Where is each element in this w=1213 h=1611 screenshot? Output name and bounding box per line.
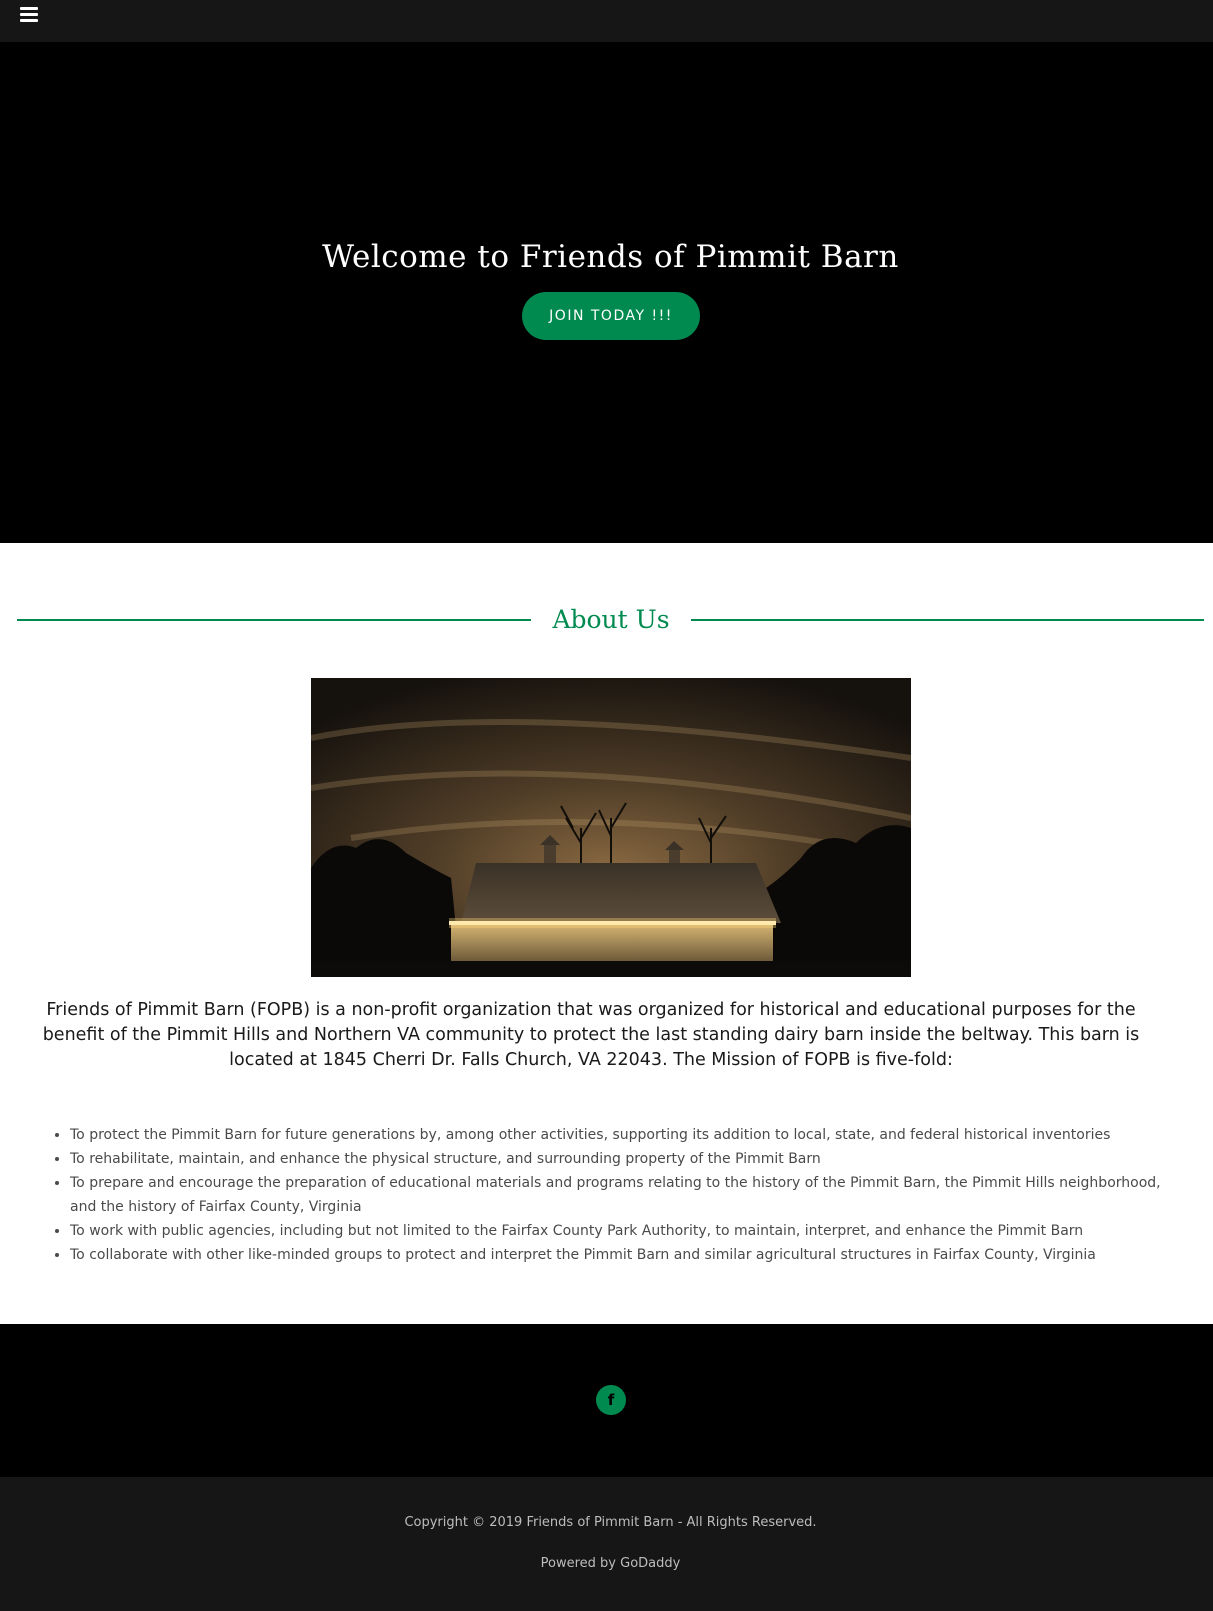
barn-night-photo bbox=[311, 678, 911, 977]
menu-line bbox=[20, 7, 38, 10]
about-heading: About Us bbox=[17, 600, 1204, 640]
powered-by-prefix: Powered by bbox=[540, 1556, 621, 1571]
hero-title: Welcome to Friends of Pimmit Barn bbox=[322, 239, 899, 275]
copyright-text: Copyright © 2019 Friends of Pimmit Barn … bbox=[404, 1515, 817, 1530]
mission-list: To protect the Pimmit Barn for future ge… bbox=[52, 1123, 1172, 1267]
list-item: To protect the Pimmit Barn for future ge… bbox=[70, 1123, 1172, 1147]
powered-by: Powered by GoDaddy bbox=[0, 1556, 1213, 1571]
menu-line bbox=[20, 13, 38, 16]
list-item: To rehabilitate, maintain, and enhance t… bbox=[70, 1147, 1172, 1171]
list-item: To work with public agencies, including … bbox=[70, 1219, 1172, 1243]
heading-divider-right bbox=[691, 619, 1204, 621]
facebook-icon[interactable]: f bbox=[596, 1385, 626, 1415]
join-today-button[interactable]: JOIN TODAY !!! bbox=[522, 292, 700, 340]
copyright-footer: Copyright © 2019 Friends of Pimmit Barn … bbox=[0, 1477, 1213, 1611]
top-nav-bar bbox=[0, 0, 1213, 42]
hamburger-menu-icon[interactable] bbox=[20, 7, 40, 25]
list-item: To prepare and encourage the preparation… bbox=[70, 1171, 1172, 1219]
list-item: To collaborate with other like-minded gr… bbox=[70, 1243, 1172, 1267]
hero-section: Welcome to Friends of Pimmit Barn JOIN T… bbox=[0, 42, 1213, 543]
godaddy-link[interactable]: GoDaddy bbox=[620, 1556, 680, 1571]
social-footer: f bbox=[0, 1324, 1213, 1477]
heading-divider-left bbox=[17, 619, 531, 621]
about-intro-text: Friends of Pimmit Barn (FOPB) is a non-p… bbox=[42, 1000, 1140, 1070]
menu-line bbox=[20, 19, 38, 22]
about-title: About Us bbox=[552, 605, 670, 634]
